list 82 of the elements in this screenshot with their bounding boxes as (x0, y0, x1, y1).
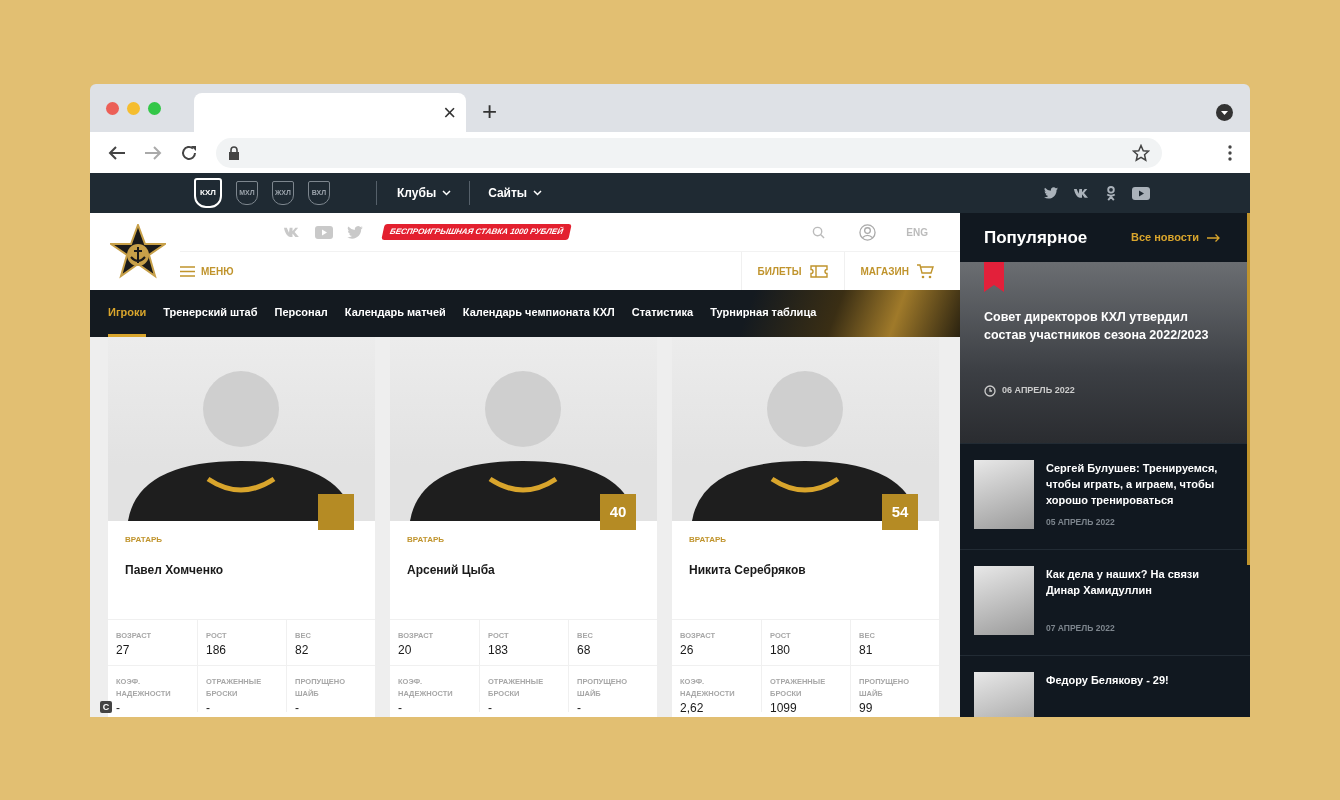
player-name[interactable]: Арсений Цыба (407, 561, 640, 579)
forward-icon[interactable] (144, 144, 162, 161)
stat-value: - (116, 700, 121, 716)
close-window-button[interactable] (106, 102, 119, 115)
photo-placeholder (974, 460, 1034, 529)
stat-value: - (206, 700, 211, 716)
maximize-window-button[interactable] (148, 102, 161, 115)
number-badge: 40 (600, 494, 636, 530)
play-icon[interactable] (1132, 186, 1150, 200)
league-logo[interactable]: КХЛ (194, 178, 222, 208)
stat-value: - (398, 700, 403, 716)
news-title[interactable]: Совет директоров КХЛ утвердил состав участников сезона 2022/2023 (984, 308, 1226, 344)
clock-icon (984, 384, 996, 397)
vk-icon[interactable] (1074, 188, 1090, 198)
nav-tab[interactable]: Статистика (631, 290, 694, 337)
number-badge: 54 (882, 494, 918, 530)
nav-tab[interactable]: Календарь матчей (344, 290, 446, 337)
bookmark-icon (984, 262, 1004, 292)
news-title[interactable]: Федору Белякову - 29! (1046, 672, 1169, 688)
browser-tab[interactable]: × (194, 93, 466, 132)
stat-value: 2,62 (680, 700, 705, 716)
star-icon[interactable] (1132, 143, 1150, 162)
user-icon[interactable] (859, 223, 877, 241)
minimize-window-button[interactable] (127, 102, 140, 115)
bird-icon[interactable] (1044, 187, 1058, 199)
nav-tab[interactable]: Тренерский штаб (163, 290, 258, 337)
extension-badge[interactable]: C (100, 701, 112, 713)
anchor-star-logo[interactable] (110, 224, 166, 280)
all-news-link[interactable]: Все новости (1130, 229, 1220, 246)
nav-tab[interactable]: Календарь чемпионата КХЛ (462, 290, 615, 337)
scrollbar-thumb[interactable] (1247, 213, 1250, 565)
stat-value: - (577, 700, 582, 716)
ticket-icon (809, 264, 828, 278)
stat-value: 186 (206, 642, 228, 658)
chevron-down-icon (533, 190, 543, 196)
stat-value: - (488, 700, 493, 716)
news-date: 07 АПРЕЛЬ 2022 (1046, 622, 1116, 635)
lock-icon (228, 145, 240, 160)
chevron-down-icon (442, 190, 452, 196)
player-name[interactable]: Никита Серебряков (689, 561, 922, 579)
position-label: ВРАТАРЬ (125, 534, 164, 546)
stat-value: 180 (770, 642, 792, 658)
news-item[interactable]: Сергей Булушев: Тренируемся, чтобы играть, а играем, чтобы хорошо тренироваться 05 АПРЕЛЬ 2022 (960, 443, 1250, 549)
number-badge (318, 494, 354, 530)
featured-news-card[interactable]: Совет директоров КХЛ утвердил состав участников сезона 2022/2023 06 АПРЕЛЬ 2022 (960, 262, 1250, 443)
stat-value: 1099 (770, 700, 798, 716)
menu-icon (180, 265, 195, 277)
cart-icon (917, 263, 934, 279)
stat-value: 26 (680, 642, 695, 658)
photo-placeholder (974, 566, 1034, 635)
more-icon[interactable] (1228, 144, 1232, 161)
reload-icon[interactable] (180, 143, 198, 162)
news-title[interactable]: Как дела у наших? На связи Динар Хамидуллин (1046, 566, 1236, 598)
stat-value: - (295, 700, 300, 716)
ok-icon[interactable] (1106, 185, 1116, 201)
position-label: ВРАТАРЬ (689, 534, 728, 546)
stat-value: 183 (488, 642, 510, 658)
news-title[interactable]: Сергей Булушев: Тренируемся, чтобы играть, а играем, чтобы хорошо тренироваться (1046, 460, 1236, 508)
nav-tab[interactable]: Турнирная таблица (710, 290, 817, 337)
news-item[interactable]: Как дела у наших? На связи Динар Хамидуллин 07 АПРЕЛЬ 2022 (960, 549, 1250, 655)
close-tab-button[interactable]: × (443, 101, 456, 124)
back-icon[interactable] (108, 144, 126, 161)
news-item[interactable]: Федору Белякову - 29! (960, 655, 1250, 717)
stat-value: 99 (859, 700, 874, 716)
dropdown-menu[interactable]: Сайты (488, 184, 543, 202)
dropdown-icon[interactable] (1216, 104, 1233, 121)
news-date: 05 АПРЕЛЬ 2022 (1046, 516, 1116, 529)
nav-tab[interactable]: Персонал (274, 290, 328, 337)
stat-value: 27 (116, 642, 131, 658)
news-date: 06 АПРЕЛЬ 2022 (1002, 384, 1075, 397)
stat-value: 68 (577, 642, 592, 658)
player-name[interactable]: Павел Хомченко (125, 561, 358, 579)
stat-value: 81 (859, 642, 874, 658)
search-icon[interactable] (812, 225, 826, 239)
arrow-right-icon (1207, 233, 1220, 242)
section-title: Популярное (984, 226, 1088, 249)
stat-value: 20 (398, 642, 413, 658)
promo-badge[interactable]: БЕСПРОИГРЫШНАЯ СТАВКА 1000 РУБЛЕЙ (381, 224, 572, 240)
dropdown-menu[interactable]: Клубы (397, 184, 452, 202)
stat-value: 82 (295, 642, 310, 658)
position-label: ВРАТАРЬ (407, 534, 446, 546)
new-tab-button[interactable]: + (482, 98, 498, 124)
